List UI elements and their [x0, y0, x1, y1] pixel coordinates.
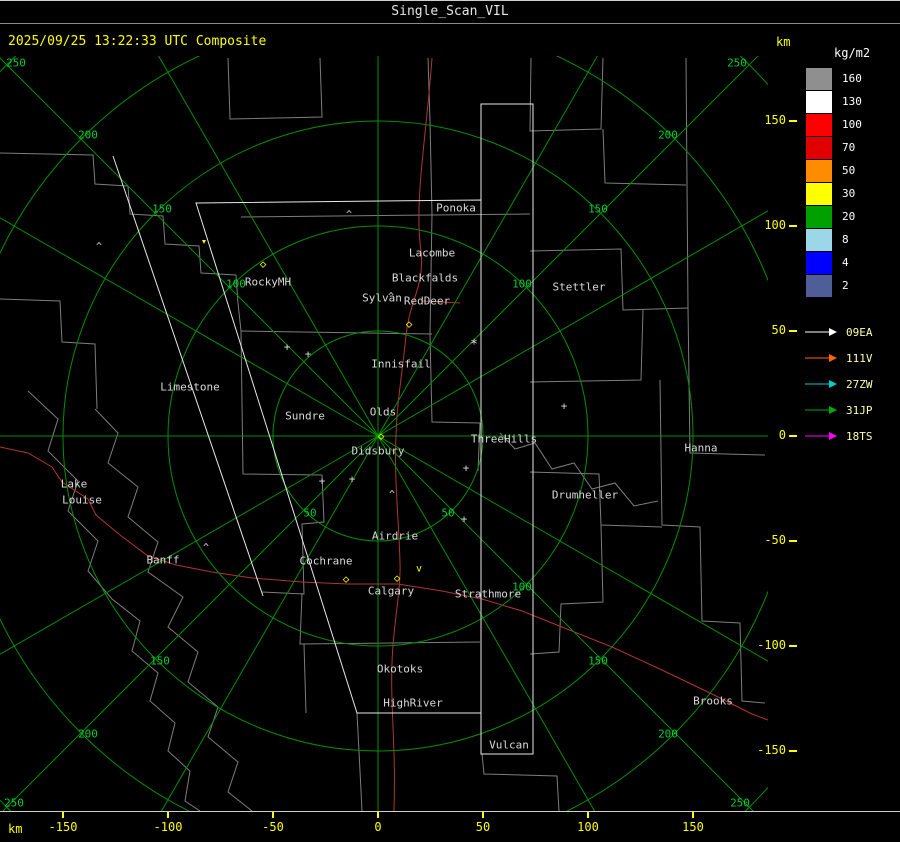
legend-value: 2 [842, 279, 849, 292]
axis-tick [789, 540, 797, 542]
track-legend-row: 111V [804, 345, 873, 371]
legend-row: 2 [806, 274, 862, 297]
legend-color-swatch [806, 251, 832, 274]
right-axis-tick-label: 50 [771, 323, 786, 337]
radar-application-window: 250 200 150 100 100 150 200 250 50 150 200 250 50 100… [0, 0, 900, 842]
track-id-label: 27ZW [846, 377, 873, 391]
radar-map[interactable] [0, 1, 900, 842]
legend-color-swatch [806, 159, 832, 182]
track-legend: 09EA 111V 27ZW 31JP 18TS [804, 319, 873, 449]
scan-timestamp: 2025/09/25 13:22:33 UTC Composite [8, 34, 267, 49]
legend-row: 50 [806, 159, 862, 182]
legend-value: 100 [842, 118, 862, 131]
track-legend-row: 31JP [804, 397, 873, 423]
legend-row: 130 [806, 90, 862, 113]
legend-value: 4 [842, 256, 849, 269]
track-arrow-icon [805, 432, 837, 440]
legend-row: 30 [806, 182, 862, 205]
legend-value: 8 [842, 233, 849, 246]
legend-value: 130 [842, 95, 862, 108]
window-title: Single_Scan_VIL [391, 4, 509, 19]
right-axis-tick-label: -150 [757, 743, 786, 757]
range-rings [0, 56, 768, 811]
legend-row: 100 [806, 113, 862, 136]
track-arrow-icon [805, 354, 837, 362]
axis-tick [789, 330, 797, 332]
radial-lines [0, 56, 768, 811]
track-id-label: 111V [846, 351, 873, 365]
axis-tick [482, 812, 484, 818]
axis-tick [62, 812, 64, 818]
legend-color-swatch [806, 205, 832, 228]
track-legend-row: 09EA [804, 319, 873, 345]
window-titlebar[interactable]: Single_Scan_VIL [0, 1, 900, 24]
axis-tick [789, 435, 797, 437]
track-arrow-icon [805, 406, 837, 414]
axis-tick [789, 750, 797, 752]
legend-color-swatch [806, 90, 832, 113]
legend-unit-label: kg/m2 [834, 46, 871, 60]
track-arrow-icon [805, 328, 837, 336]
right-axis-tick-label: -50 [764, 533, 786, 547]
legend-value: 70 [842, 141, 856, 154]
axis-tick [377, 812, 379, 818]
axis-tick [587, 812, 589, 818]
axis-tick [272, 812, 274, 818]
right-axis-unit-label: km [776, 35, 791, 49]
color-scale-legend: 160 130 100 70 50 30 20 8 4 2 [806, 67, 862, 297]
axis-tick [692, 812, 694, 818]
legend-value: 20 [842, 210, 856, 223]
bottom-axis-tick-label: 0 [374, 820, 382, 834]
legend-row: 4 [806, 251, 862, 274]
radar-coverage-outline [112, 103, 534, 755]
track-legend-row: 27ZW [804, 371, 873, 397]
bottom-axis-tick-label: 100 [577, 820, 599, 834]
legend-row: 20 [806, 205, 862, 228]
legend-color-swatch [806, 113, 832, 136]
axis-tick [167, 812, 169, 818]
legend-row: 70 [806, 136, 862, 159]
legend-value: 50 [842, 164, 856, 177]
right-axis-tick-label: 150 [764, 113, 786, 127]
right-axis-tick-label: 0 [778, 428, 786, 442]
bottom-axis-tick-label: -150 [48, 820, 78, 834]
track-id-label: 18TS [846, 429, 873, 443]
track-id-label: 31JP [846, 403, 873, 417]
track-legend-row: 18TS [804, 423, 873, 449]
legend-color-swatch [806, 274, 832, 297]
map-bottom-divider [0, 811, 900, 812]
legend-row: 160 [806, 67, 862, 90]
legend-color-swatch [806, 228, 832, 251]
axis-tick [789, 120, 797, 122]
track-id-label: 09EA [846, 325, 873, 339]
highway-roads [0, 57, 768, 811]
legend-value: 160 [842, 72, 862, 85]
bottom-axis-tick-label: 50 [475, 820, 491, 834]
legend-value: 30 [842, 187, 856, 200]
right-axis-tick-label: -100 [757, 638, 786, 652]
legend-row: 8 [806, 228, 862, 251]
axis-tick [789, 225, 797, 227]
track-arrow-icon [805, 380, 837, 388]
bottom-axis-tick-label: -50 [262, 820, 284, 834]
bottom-axis-unit-label: km [8, 822, 23, 836]
legend-color-swatch [806, 136, 832, 159]
legend-color-swatch [806, 67, 832, 90]
right-axis-tick-label: 100 [764, 218, 786, 232]
legend-color-swatch [806, 182, 832, 205]
county-boundaries [0, 57, 766, 811]
bottom-axis-tick-label: -100 [153, 820, 183, 834]
axis-tick [789, 645, 797, 647]
bottom-axis-tick-label: 150 [682, 820, 704, 834]
